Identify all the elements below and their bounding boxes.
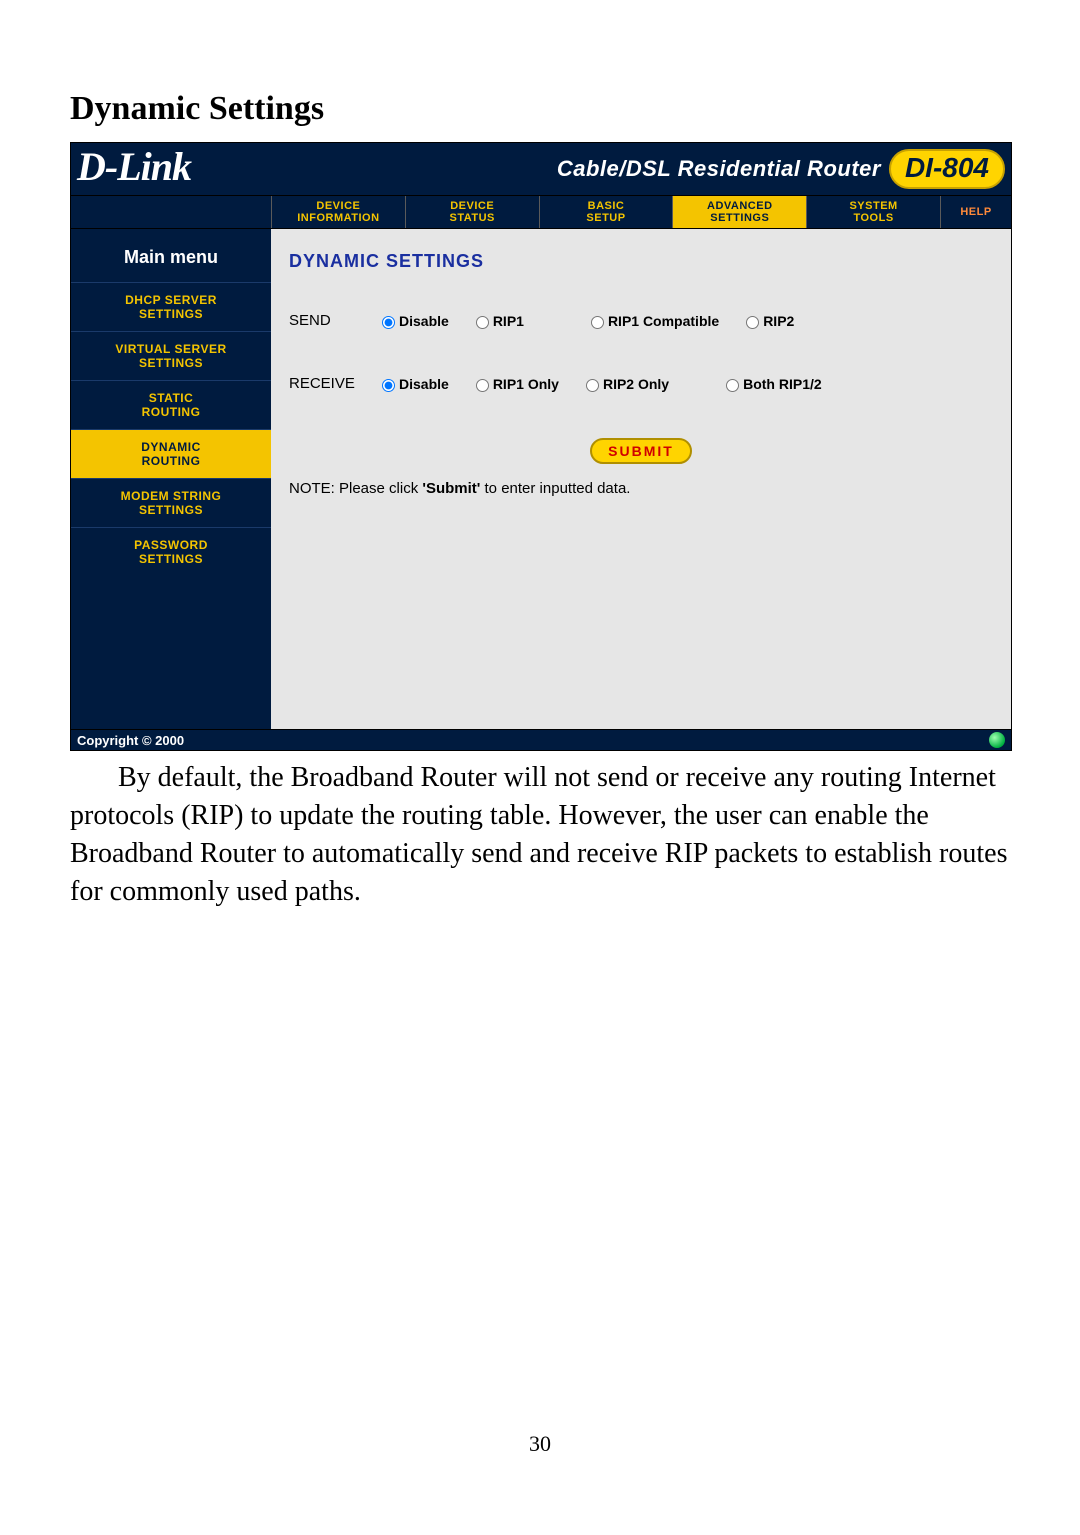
send-label: SEND [289, 312, 377, 329]
sidebar: Main menu DHCP SERVER SETTINGS VIRTUAL S… [71, 229, 271, 729]
receive-row: RECEIVE Disable RIP1 Only RIP2 Only [289, 375, 993, 392]
radio-send-disable[interactable] [382, 316, 395, 329]
header-bar: D-Link Cable/DSL Residential Router DI-8… [71, 143, 1011, 195]
tab-basic-setup[interactable]: BASIC SETUP [539, 196, 673, 228]
send-option-rip2[interactable]: RIP2 [741, 313, 794, 329]
radio-recv-rip2[interactable] [586, 379, 599, 392]
receive-option-rip1-only[interactable]: RIP1 Only [471, 376, 559, 392]
send-option-rip1[interactable]: RIP1 [471, 313, 524, 329]
sidebar-item-dhcp-server[interactable]: DHCP SERVER SETTINGS [71, 282, 271, 331]
send-option-disable[interactable]: Disable [377, 313, 449, 329]
status-dot-icon [989, 732, 1005, 748]
radio-recv-both[interactable] [726, 379, 739, 392]
description-paragraph: By default, the Broadband Router will no… [70, 759, 1010, 911]
sidebar-item-static-routing[interactable]: STATIC ROUTING [71, 380, 271, 429]
radio-send-rip1[interactable] [476, 316, 489, 329]
sidebar-item-password[interactable]: PASSWORD SETTINGS [71, 527, 271, 576]
receive-option-rip2-only[interactable]: RIP2 Only [581, 376, 669, 392]
sidebar-item-virtual-server[interactable]: VIRTUAL SERVER SETTINGS [71, 331, 271, 380]
radio-send-rip1c[interactable] [591, 316, 604, 329]
radio-recv-rip1[interactable] [476, 379, 489, 392]
tab-help[interactable]: HELP [940, 196, 1011, 228]
tab-advanced-settings[interactable]: ADVANCED SETTINGS [672, 196, 806, 228]
page-heading: Dynamic Settings [70, 90, 1010, 128]
model-badge: DI-804 [889, 149, 1005, 189]
tab-device-information[interactable]: DEVICE INFORMATION [271, 196, 405, 228]
content-panel: DYNAMIC SETTINGS SEND Disable RIP1 RIP1 … [271, 229, 1011, 729]
receive-label: RECEIVE [289, 375, 377, 392]
brand-logo: D-Link [71, 143, 277, 195]
submit-button[interactable]: SUBMIT [590, 438, 692, 464]
product-title: Cable/DSL Residential Router [557, 156, 881, 182]
copyright-text: Copyright © 2000 [77, 733, 184, 748]
router-admin-screenshot: D-Link Cable/DSL Residential Router DI-8… [70, 142, 1012, 751]
receive-option-both[interactable]: Both RIP1/2 [721, 376, 822, 392]
send-option-rip1-compatible[interactable]: RIP1 Compatible [586, 313, 719, 329]
tab-system-tools[interactable]: SYSTEM TOOLS [806, 196, 940, 228]
top-nav: DEVICE INFORMATION DEVICE STATUS BASIC S… [71, 195, 1011, 229]
footer-bar: Copyright © 2000 [71, 729, 1011, 750]
send-row: SEND Disable RIP1 RIP1 Compatible [289, 312, 993, 329]
note-text: NOTE: Please click 'Submit' to enter inp… [289, 480, 993, 497]
sidebar-item-dynamic-routing[interactable]: DYNAMIC ROUTING [71, 429, 271, 478]
page-number: 30 [70, 1431, 1010, 1457]
sidebar-title: Main menu [71, 239, 271, 282]
radio-send-rip2[interactable] [746, 316, 759, 329]
sidebar-item-modem-string[interactable]: MODEM STRING SETTINGS [71, 478, 271, 527]
tab-device-status[interactable]: DEVICE STATUS [405, 196, 539, 228]
receive-option-disable[interactable]: Disable [377, 376, 449, 392]
panel-title: DYNAMIC SETTINGS [289, 251, 993, 272]
radio-recv-disable[interactable] [382, 379, 395, 392]
